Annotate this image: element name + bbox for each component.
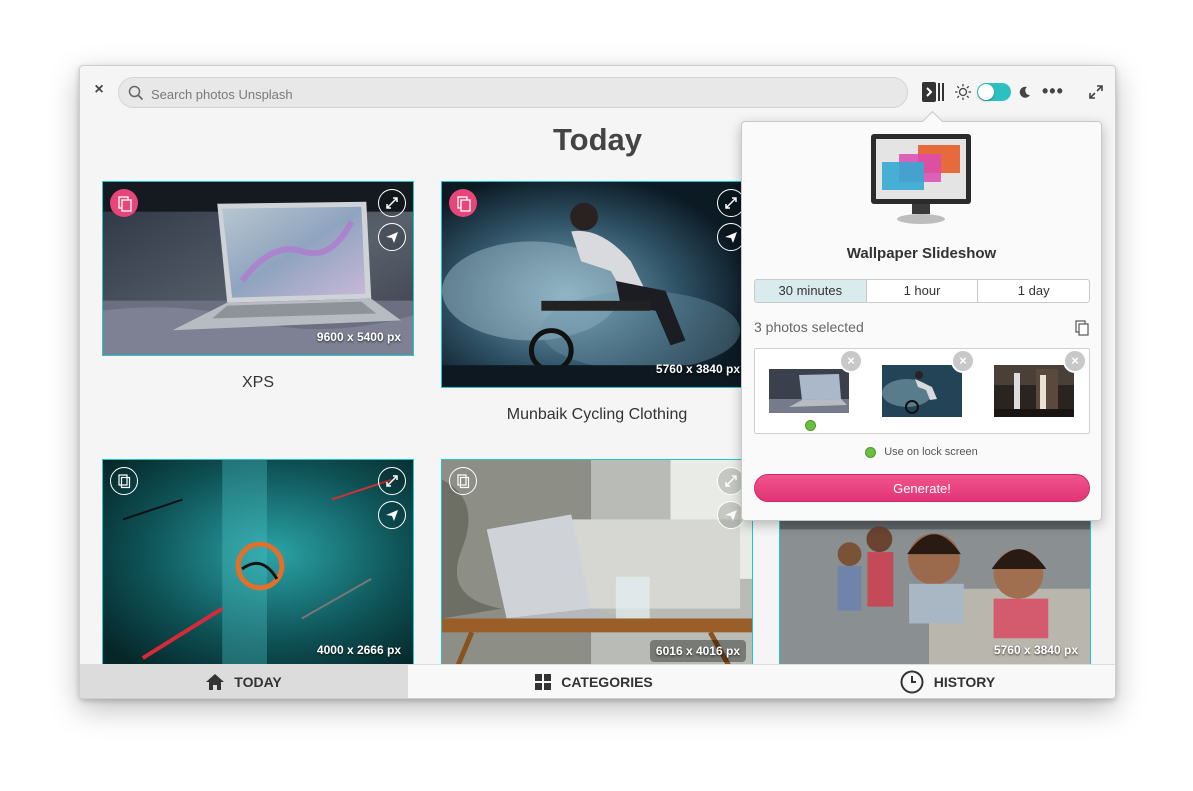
copy-icon — [457, 196, 471, 212]
tab-today[interactable]: TODAY — [80, 665, 408, 698]
current-wallpaper-indicator — [805, 420, 816, 431]
photo-size-label: 5760 x 3840 px — [655, 362, 740, 376]
set-wallpaper-button[interactable] — [378, 501, 406, 529]
send-icon — [386, 510, 398, 521]
select-badge[interactable] — [449, 189, 477, 217]
search-bar[interactable] — [118, 77, 908, 108]
expand-icon — [386, 197, 398, 209]
selected-thumbnail[interactable] — [882, 365, 962, 417]
bottom-tab-bar: TODAY CATEGORIES HISTORY — [80, 664, 1115, 698]
remove-photo-button[interactable]: × — [951, 349, 975, 373]
slideshow-icon[interactable] — [922, 82, 944, 102]
clock-icon — [900, 670, 924, 694]
photo-card[interactable]: 4000 x 2666 px — [102, 459, 414, 669]
photo-card[interactable]: 5760 x 3840 px — [441, 181, 753, 388]
interval-30-minutes[interactable]: 30 minutes — [755, 280, 867, 302]
fullscreen-button[interactable] — [378, 467, 406, 495]
photo-image — [103, 460, 413, 668]
select-badge[interactable] — [110, 467, 138, 495]
monitor-icon — [871, 134, 971, 224]
selected-thumbnail[interactable] — [769, 369, 849, 413]
copy-icon[interactable] — [1075, 320, 1089, 336]
copy-icon — [118, 196, 132, 212]
maximize-icon[interactable] — [1089, 85, 1103, 99]
remove-photo-button[interactable]: × — [1063, 349, 1087, 373]
photo-title: Munbaik Cycling Clothing — [506, 406, 688, 423]
fullscreen-button[interactable] — [378, 189, 406, 217]
interval-1-day[interactable]: 1 day — [978, 280, 1089, 302]
photo-image — [442, 182, 752, 387]
select-badge[interactable] — [110, 189, 138, 217]
expand-icon — [386, 475, 398, 487]
photo-size-label: 5760 x 3840 px — [993, 643, 1078, 657]
photo-title: XPS — [241, 374, 274, 391]
selected-photos-list: × × × — [754, 348, 1090, 434]
lock-screen-checkbox[interactable] — [865, 446, 877, 458]
interval-selector: 30 minutes 1 hour 1 day — [754, 279, 1090, 303]
tab-label: TODAY — [234, 674, 282, 690]
moon-icon — [1019, 86, 1030, 98]
copy-icon — [118, 474, 131, 489]
selected-count: 3 photos selected — [754, 319, 864, 335]
wallpaper-slideshow-popover: Wallpaper Slideshow 30 minutes 1 hour 1 … — [741, 110, 1102, 521]
close-window-button[interactable]: × — [92, 82, 106, 98]
home-icon — [206, 674, 225, 690]
more-options-icon[interactable]: ••• — [1042, 82, 1064, 100]
send-icon — [386, 232, 398, 243]
selected-thumbnail[interactable] — [994, 365, 1074, 417]
toggle-knob — [978, 84, 994, 100]
generate-button[interactable]: Generate! — [754, 474, 1090, 502]
photo-size-label: 9600 x 5400 px — [316, 330, 401, 344]
search-input[interactable] — [149, 83, 893, 105]
tab-history[interactable]: HISTORY — [780, 665, 1115, 698]
lock-screen-option: Use on lock screen — [742, 446, 1101, 458]
header-bar: × Search photos Unsplash ••• — [80, 66, 1115, 118]
interval-1-hour[interactable]: 1 hour — [867, 280, 979, 302]
app-window: × Search photos Unsplash ••• Today 9600 … — [79, 65, 1116, 699]
sun-icon — [955, 84, 971, 100]
photo-size-label: 6016 x 4016 px — [649, 640, 746, 662]
copy-icon — [457, 474, 470, 489]
tab-categories[interactable]: CATEGORIES — [408, 665, 780, 698]
photo-image — [442, 460, 752, 668]
search-icon — [128, 85, 144, 101]
grid-icon — [535, 674, 552, 690]
dark-mode-toggle[interactable] — [977, 83, 1011, 101]
set-wallpaper-button[interactable] — [378, 223, 406, 251]
remove-photo-button[interactable]: × — [839, 349, 863, 373]
photo-card[interactable]: 9600 x 5400 px — [102, 181, 414, 356]
tab-label: CATEGORIES — [561, 674, 653, 690]
photo-card[interactable]: 6016 x 4016 px — [441, 459, 753, 669]
lock-screen-label: Use on lock screen — [884, 446, 978, 458]
tab-label: HISTORY — [933, 674, 996, 690]
select-badge[interactable] — [449, 467, 477, 495]
photo-size-label: 4000 x 2666 px — [316, 643, 401, 657]
popover-title: Wallpaper Slideshow — [846, 245, 997, 262]
